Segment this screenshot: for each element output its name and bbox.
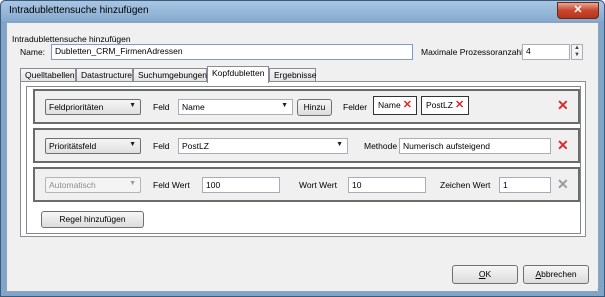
resize-grip-icon[interactable]: ⋰: [594, 285, 602, 294]
max-processes-input[interactable]: 4: [522, 44, 570, 60]
add-field-button[interactable]: Hinzu: [297, 99, 332, 116]
rule-type-select[interactable]: Automatisch ▼: [45, 177, 141, 193]
word-value-label: Wort Wert: [299, 180, 337, 190]
spin-up-icon[interactable]: ▲: [572, 45, 582, 52]
name-input[interactable]: Dubletten_CRM_FirmenAdressen: [51, 44, 413, 60]
tab-suchumgebungen[interactable]: Suchumgebungen: [133, 68, 207, 82]
field-chip-label: PostLZ: [426, 100, 453, 110]
delete-rule-icon[interactable]: ✕: [557, 137, 569, 154]
tab-kopfdubletten[interactable]: Kopfdubletten: [207, 66, 269, 83]
field-value-input[interactable]: 100: [202, 177, 280, 193]
chevron-down-icon: ▼: [129, 102, 136, 109]
chevron-down-icon: ▼: [129, 141, 136, 148]
tab-quelltabellen[interactable]: Quelltabellen: [20, 68, 76, 82]
rule-type-select[interactable]: Feldprioritäten ▼: [45, 99, 141, 115]
remove-field-icon[interactable]: ✕: [455, 99, 464, 111]
ok-button[interactable]: OK: [452, 265, 518, 284]
rule-row-priority-field: Prioritätsfeld ▼ Feld PostLZ ▼ Methode N…: [33, 128, 580, 163]
tab-datastructure[interactable]: Datastructure: [76, 68, 133, 82]
name-label: Name:: [20, 47, 46, 57]
chevron-down-icon: ▼: [129, 180, 136, 187]
word-value-input[interactable]: 10: [348, 177, 426, 193]
delete-rule-icon[interactable]: ✕: [557, 176, 569, 193]
group-label: Intradublettensuche hinzufügen: [12, 34, 131, 44]
field-chip-postlz: PostLZ ✕: [421, 96, 470, 115]
tab-ergebnisse[interactable]: Ergebnisse: [269, 68, 317, 82]
spin-down-icon[interactable]: ▼: [572, 52, 582, 59]
cancel-button[interactable]: Abbrechen: [523, 265, 589, 284]
rule-type-value: Prioritätsfeld: [49, 141, 97, 151]
window-title: Intradublettensuche hinzufügen: [9, 5, 149, 16]
field-select-value: Name: [182, 102, 205, 112]
method-select-value: Numerisch aufsteigend: [403, 141, 490, 151]
rule-type-value: Feldprioritäten: [49, 102, 104, 112]
rule-type-value: Automatisch: [49, 180, 96, 190]
chevron-down-icon: ▼: [336, 141, 343, 148]
fields-label: Felder: [343, 102, 368, 112]
method-select[interactable]: Numerisch aufsteigend: [399, 138, 551, 154]
max-processes-label: Maximale Prozessoranzahl: [421, 47, 524, 57]
method-label: Methode: [364, 141, 398, 151]
close-button[interactable]: ✕: [557, 2, 599, 19]
max-processes-spinner[interactable]: ▲ ▼: [571, 44, 583, 60]
rule-type-select[interactable]: Prioritätsfeld ▼: [45, 138, 141, 154]
chevron-down-icon: ▼: [281, 102, 288, 109]
field-value-label: Feld Wert: [153, 180, 190, 190]
field-select-value: PostLZ: [182, 141, 209, 151]
char-value-label: Zeichen Wert: [440, 180, 491, 190]
remove-field-icon[interactable]: ✕: [403, 99, 412, 111]
field-select[interactable]: Name ▼: [178, 99, 293, 115]
rules-list: Feldprioritäten ▼ Feld Name ▼ Hinzu Feld…: [26, 86, 581, 234]
field-label: Feld: [153, 102, 170, 112]
rule-row-automatic: Automatisch ▼ Feld Wert 100 Wort Wert 10…: [33, 167, 580, 202]
delete-rule-icon[interactable]: ✕: [557, 97, 569, 114]
field-chip-name: Name ✕: [373, 96, 417, 115]
field-chip-label: Name: [378, 100, 401, 110]
field-select[interactable]: PostLZ ▼: [178, 138, 348, 154]
add-rule-button[interactable]: Regel hinzufügen: [41, 211, 144, 228]
field-label: Feld: [153, 141, 170, 151]
title-bar[interactable]: Intradublettensuche hinzufügen ✕: [1, 1, 604, 21]
char-value-input[interactable]: 1: [499, 177, 551, 193]
rule-row-field-priorities: Feldprioritäten ▼ Feld Name ▼ Hinzu Feld…: [33, 89, 580, 124]
